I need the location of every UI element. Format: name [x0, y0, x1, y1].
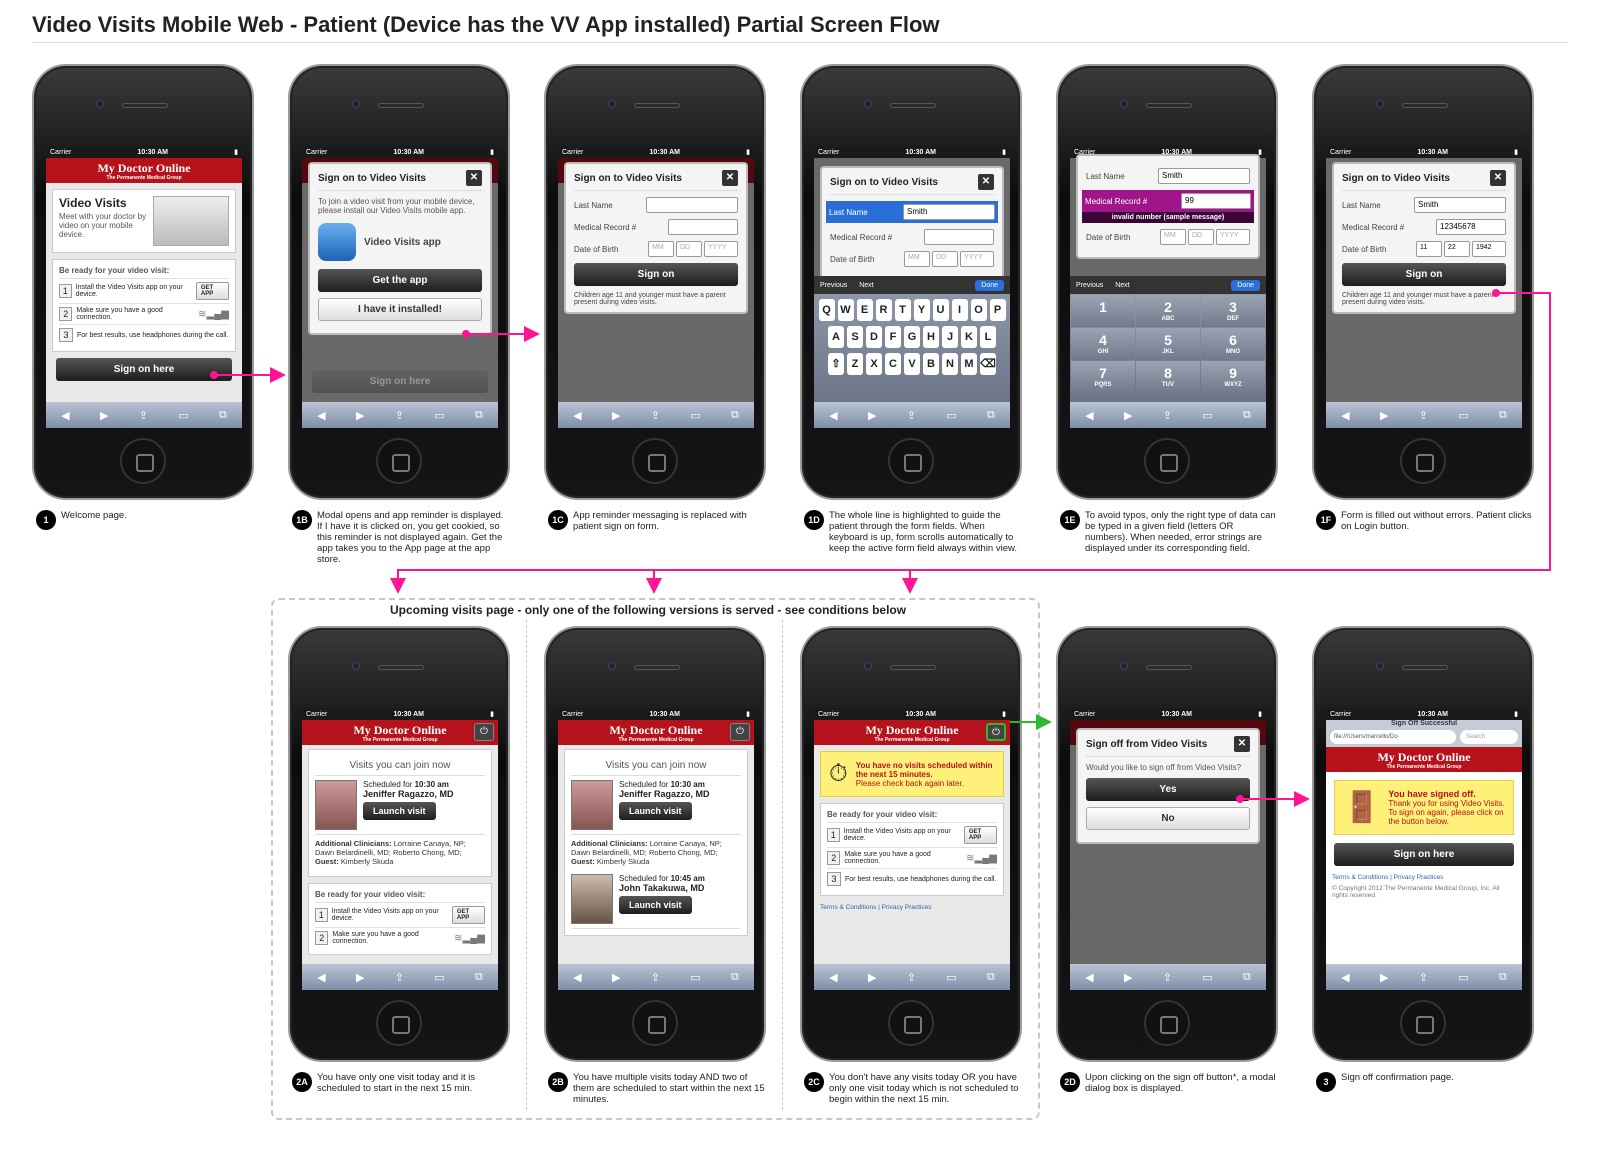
arrow-1-origin [210, 371, 218, 379]
arrow-1f-origin [1492, 289, 1500, 297]
arrow-1f-to-row2 [390, 292, 1551, 594]
flow-arrows [210, 289, 1551, 807]
arrow-2d-origin [1236, 795, 1244, 803]
arrow-1b-origin [462, 330, 470, 338]
